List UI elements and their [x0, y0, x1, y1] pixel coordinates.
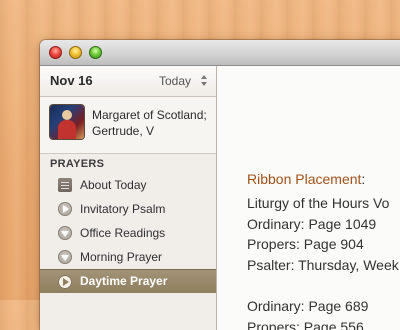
sidebar-item-about-today[interactable]: About Today	[40, 173, 216, 197]
prayers-list: About Today Invitatory Psalm Office Read…	[40, 173, 216, 293]
minimize-window-icon[interactable]	[69, 46, 82, 59]
date-bar: Nov 16 Today	[40, 66, 216, 97]
play-icon	[58, 275, 72, 289]
play-icon	[58, 202, 72, 216]
main-content: Ribbon Placement: Liturgy of the Hours V…	[217, 66, 400, 330]
sidebar-item-label: Daytime Prayer	[80, 274, 167, 288]
ribbon-placement-heading: Ribbon Placement:	[247, 171, 365, 187]
current-date: Nov 16	[50, 73, 93, 88]
text-line: Liturgy of the Hours Vo	[247, 193, 399, 214]
close-window-icon[interactable]	[49, 46, 62, 59]
download-icon	[58, 250, 72, 264]
text-line: Ordinary: Page 1049	[247, 214, 399, 235]
document-icon	[58, 178, 72, 192]
text-line: Psalter: Thursday, Week	[247, 255, 399, 276]
sidebar-item-invitatory-psalm[interactable]: Invitatory Psalm	[40, 197, 216, 221]
sidebar-item-label: Office Readings	[80, 226, 165, 240]
app-window: Nov 16 Today Margaret of Scotland; Gertr…	[40, 40, 400, 330]
title-bar[interactable]	[40, 40, 400, 66]
text-line: Ordinary: Page 689	[247, 296, 399, 317]
paragraph-gap	[247, 275, 399, 296]
sidebar-item-daytime-prayer[interactable]: Daytime Prayer	[40, 269, 216, 293]
zoom-window-icon[interactable]	[89, 46, 102, 59]
saint-of-the-day[interactable]: Margaret of Scotland; Gertrude, V	[40, 97, 216, 154]
sidebar-item-office-readings[interactable]: Office Readings	[40, 221, 216, 245]
heading-colon: :	[361, 171, 365, 187]
saint-portrait-image	[50, 105, 84, 139]
updown-icon[interactable]	[200, 75, 208, 87]
heading-text: Ribbon Placement	[247, 171, 361, 187]
download-icon	[58, 226, 72, 240]
sidebar-item-morning-prayer[interactable]: Morning Prayer	[40, 245, 216, 269]
saint-name: Margaret of Scotland; Gertrude, V	[92, 107, 214, 139]
sidebar-item-label: Morning Prayer	[80, 250, 162, 264]
date-selector[interactable]: Today	[159, 74, 191, 88]
prayers-section-header: PRAYERS	[50, 158, 104, 170]
sidebar-item-label: About Today	[80, 178, 147, 192]
sidebar: Nov 16 Today Margaret of Scotland; Gertr…	[40, 66, 217, 330]
sidebar-item-label: Invitatory Psalm	[80, 202, 165, 216]
ribbon-placement-details: Liturgy of the Hours Vo Ordinary: Page 1…	[247, 193, 399, 330]
text-line: Propers: Page 904	[247, 234, 399, 255]
text-line: Propers: Page 556	[247, 317, 399, 330]
